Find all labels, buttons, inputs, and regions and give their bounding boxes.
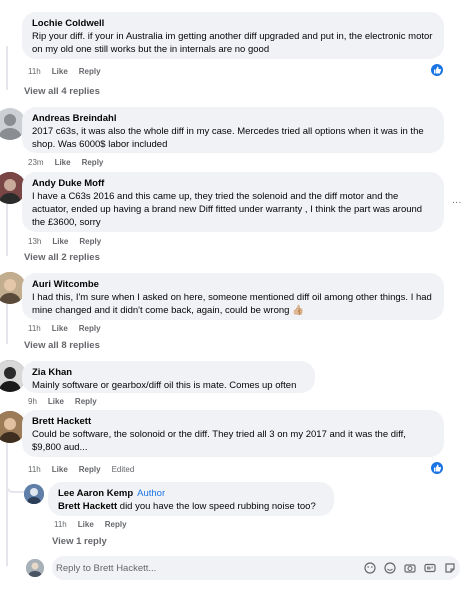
comment-time[interactable]: 13h	[28, 237, 41, 246]
reply-button[interactable]: Reply	[79, 67, 101, 76]
current-user-avatar[interactable]	[26, 559, 44, 577]
comment-actions: 11h Like Reply Edited	[28, 465, 134, 474]
like-button[interactable]: Like	[78, 520, 94, 529]
comment-text: 2017 c63s, it was also the whole diff in…	[32, 126, 424, 150]
thread-line-3	[6, 200, 8, 256]
comment-time[interactable]: 11h	[28, 67, 41, 76]
comment-text: Mainly software or gearbox/diff oil this…	[32, 380, 297, 391]
comment-actions: 11h Like Reply	[28, 67, 101, 76]
comment-actions: 11h Like Reply	[28, 324, 101, 333]
reply-button[interactable]: Reply	[79, 324, 101, 333]
reply-button[interactable]: Reply	[79, 465, 101, 474]
mention-tag[interactable]: Brett Hackett	[58, 501, 117, 512]
like-button[interactable]: Like	[55, 158, 71, 167]
reply-connector	[6, 476, 26, 493]
reply-input[interactable]	[56, 556, 356, 580]
avatar[interactable]	[24, 484, 44, 504]
like-button[interactable]: Like	[52, 465, 68, 474]
like-button[interactable]: Like	[52, 67, 68, 76]
comment-author[interactable]: Zia Khan	[32, 366, 305, 379]
comment-bubble: Andreas Breindahl 2017 c63s, it was also…	[22, 107, 444, 153]
comment-bubble: Auri Witcombe I had this, I'm sure when …	[22, 273, 444, 320]
comment-text: Rip your diff. if your in Australia im g…	[32, 31, 433, 55]
author-badge: Author	[137, 488, 166, 499]
reply-button[interactable]: Reply	[75, 397, 97, 406]
more-options-icon[interactable]: ...	[452, 195, 461, 206]
composer-icons	[364, 561, 456, 574]
reply-bubble: Lee Aaron Kemp Author Brett Hackett did y…	[48, 482, 334, 516]
thread-line-1	[6, 46, 8, 90]
comment-time[interactable]: 11h	[28, 465, 41, 474]
view-replies-link[interactable]: View 1 reply	[52, 536, 107, 547]
emoji-icon[interactable]	[384, 561, 396, 574]
comment-actions: 13h Like Reply	[28, 237, 101, 246]
comment-time[interactable]: 9h	[28, 397, 37, 406]
thread-line-6	[6, 432, 8, 566]
reply-body: did you have the low speed rubbing noise…	[117, 501, 316, 512]
like-button[interactable]: Like	[48, 397, 64, 406]
view-replies-link[interactable]: View all 2 replies	[24, 252, 100, 263]
reply-button[interactable]: Reply	[105, 520, 127, 529]
comment-text: Could be software, the solonoid or the d…	[32, 429, 406, 453]
comment-author[interactable]: Andreas Breindahl	[32, 112, 434, 125]
like-button[interactable]: Like	[52, 237, 68, 246]
comment-author[interactable]: Auri Witcombe	[32, 278, 434, 291]
thread-line-4	[6, 298, 8, 344]
view-replies-link[interactable]: View all 4 replies	[24, 86, 100, 97]
reply-button[interactable]: Reply	[82, 158, 104, 167]
reply-composer	[52, 556, 460, 580]
comment-actions: 9h Like Reply	[28, 397, 97, 406]
like-icon[interactable]	[430, 461, 444, 475]
camera-icon[interactable]	[404, 561, 416, 573]
reply-text: Brett Hackett did you have the low speed…	[58, 500, 324, 513]
comment-time[interactable]: 11h	[28, 324, 41, 333]
gif-icon[interactable]	[424, 561, 436, 573]
comment-author[interactable]: Brett Hackett	[32, 415, 434, 428]
comment-text: I have a C63s 2016 and this came up, the…	[32, 191, 423, 228]
reply-author-name[interactable]: Lee Aaron Kemp	[58, 488, 133, 499]
comment-bubble: Zia Khan Mainly software or gearbox/diff…	[22, 361, 315, 393]
sticker-icon[interactable]	[444, 561, 456, 573]
comment-bubble: Brett Hackett Could be software, the sol…	[22, 410, 444, 457]
comment-actions: 23m Like Reply	[28, 158, 103, 167]
like-button[interactable]: Like	[52, 324, 68, 333]
like-icon[interactable]	[430, 63, 444, 77]
reply-time[interactable]: 11h	[54, 520, 67, 529]
comment-text: I had this, I'm sure when I asked on her…	[32, 292, 432, 316]
avatar-sticker-icon[interactable]	[364, 561, 376, 574]
comment-author[interactable]: Lochie Coldwell	[32, 17, 434, 30]
reply-author: Lee Aaron Kemp Author	[58, 487, 324, 500]
comment-author[interactable]: Andy Duke Moff	[32, 177, 434, 190]
reply-actions: 11h Like Reply	[54, 520, 127, 529]
comment-bubble: Lochie Coldwell Rip your diff. if your i…	[22, 12, 444, 59]
view-replies-link[interactable]: View all 8 replies	[24, 340, 100, 351]
reply-button[interactable]: Reply	[79, 237, 101, 246]
comment-bubble: Andy Duke Moff I have a C63s 2016 and th…	[22, 172, 444, 232]
edited-label: Edited	[111, 465, 135, 474]
comment-time[interactable]: 23m	[28, 158, 44, 167]
